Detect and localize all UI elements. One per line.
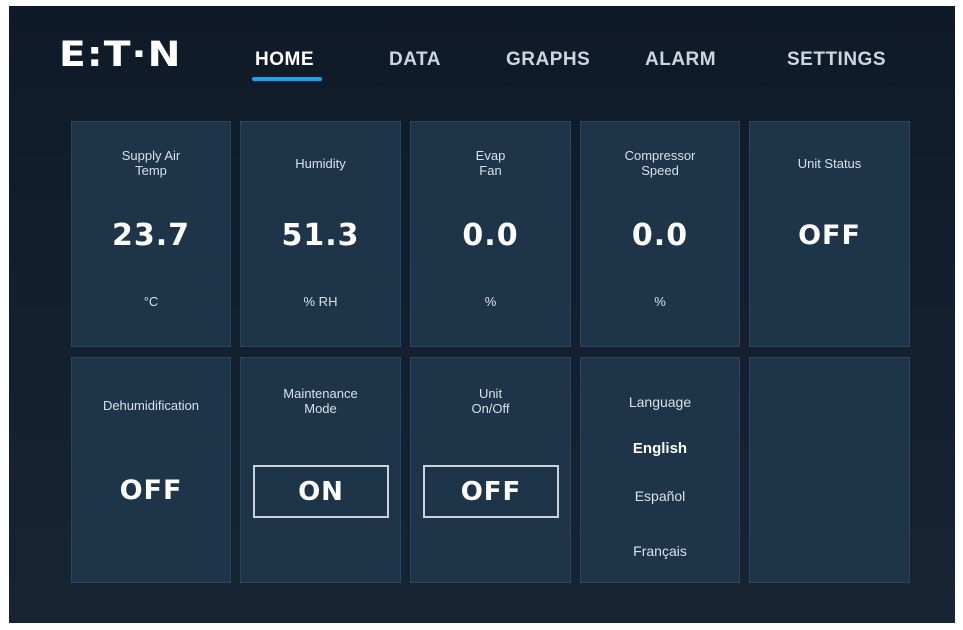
humidity-value: 51.3 <box>281 218 360 253</box>
maintenance-mode-label: Maintenance Mode <box>283 386 358 416</box>
tab-home[interactable]: HOME <box>255 49 314 71</box>
tab-data[interactable]: DATA <box>389 49 441 71</box>
humidity-label: Humidity <box>295 156 346 171</box>
evap-fan-unit: % <box>484 294 497 309</box>
tab-graphs[interactable]: GRAPHS <box>506 49 590 71</box>
tile-evap-fan: Evap Fan 0.0 % <box>410 121 571 347</box>
eaton-logo: E:T·N <box>59 35 182 75</box>
tile-language: Language English Español Français <box>580 357 740 583</box>
tile-humidity: Humidity 51.3 % RH <box>240 121 401 347</box>
top-nav: E:T·N HOME DATA GRAPHS ALARM SETTINGS <box>9 6 955 106</box>
unit-onoff-toggle-button[interactable]: OFF <box>423 465 559 518</box>
dehumidification-value: OFF <box>119 475 183 506</box>
language-label: Language <box>628 394 692 410</box>
language-option-english[interactable]: English <box>581 440 739 457</box>
maintenance-mode-toggle-button[interactable]: ON <box>253 465 389 518</box>
compressor-speed-value: 0.0 <box>631 218 689 253</box>
humidity-unit: % RH <box>303 294 338 309</box>
supply-air-temp-value: 23.7 <box>111 218 191 253</box>
tile-maintenance-mode: Maintenance Mode ON <box>240 357 401 583</box>
hmi-screen: E:T·N HOME DATA GRAPHS ALARM SETTINGS Su… <box>9 6 955 623</box>
compressor-speed-label: Compressor Speed <box>624 148 696 178</box>
dehumidification-label: Dehumidification <box>102 398 200 413</box>
language-option-francais[interactable]: Français <box>581 543 739 559</box>
language-option-espanol[interactable]: Español <box>581 488 739 504</box>
compressor-speed-unit: % <box>654 294 666 309</box>
supply-air-temp-label: Supply Air Temp <box>121 148 181 178</box>
tab-alarm[interactable]: ALARM <box>645 49 716 71</box>
tile-empty <box>749 357 910 583</box>
supply-air-temp-unit: °C <box>143 294 159 309</box>
unit-status-label: Unit Status <box>797 156 862 171</box>
active-tab-indicator <box>252 77 322 81</box>
tile-compressor-speed: Compressor Speed 0.0 % <box>580 121 740 347</box>
tile-unit-onoff: Unit On/Off OFF <box>410 357 571 583</box>
tile-dehumidification: Dehumidification OFF <box>71 357 231 583</box>
tile-unit-status: Unit Status OFF <box>749 121 910 347</box>
unit-onoff-label: Unit On/Off <box>471 386 510 416</box>
unit-status-value: OFF <box>798 220 861 251</box>
evap-fan-value: 0.0 <box>462 218 519 253</box>
tile-supply-air-temp: Supply Air Temp 23.7 °C <box>71 121 231 347</box>
evap-fan-label: Evap Fan <box>475 148 506 178</box>
tab-settings[interactable]: SETTINGS <box>787 49 886 71</box>
